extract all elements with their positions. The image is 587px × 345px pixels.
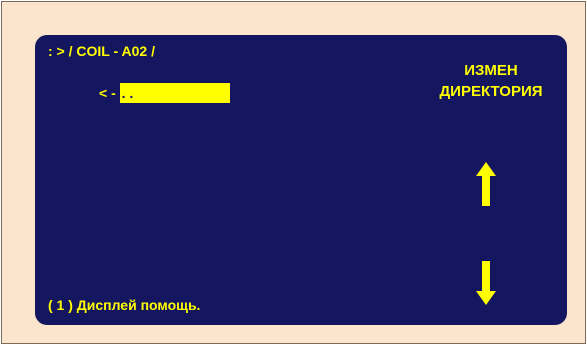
change-directory-softkey-label[interactable]: ИЗМЕН ДИРЕКТОРИЯ — [421, 60, 561, 102]
parent-dir-marker: < - — [99, 85, 120, 101]
outer-frame: : > / COIL - A02 / < - . . ИЗМЕН ДИРЕКТО… — [1, 1, 586, 344]
help-hint: ( 1 ) Дисплей помощь. — [48, 297, 201, 313]
display-screen: : > / COIL - A02 / < - . . ИЗМЕН ДИРЕКТО… — [35, 35, 567, 325]
menu-label-line-2: ДИРЕКТОРИЯ — [439, 83, 543, 100]
current-path: : > / COIL - A02 / — [48, 43, 155, 59]
directory-list-item[interactable]: < - . . — [99, 83, 230, 103]
arrow-down-icon — [476, 261, 496, 305]
menu-label-line-1: ИЗМЕН — [464, 62, 518, 79]
scroll-down-button[interactable] — [474, 261, 498, 305]
arrow-up-icon — [476, 162, 496, 206]
scroll-up-button[interactable] — [474, 162, 498, 206]
selected-directory-entry[interactable]: . . — [119, 83, 230, 103]
